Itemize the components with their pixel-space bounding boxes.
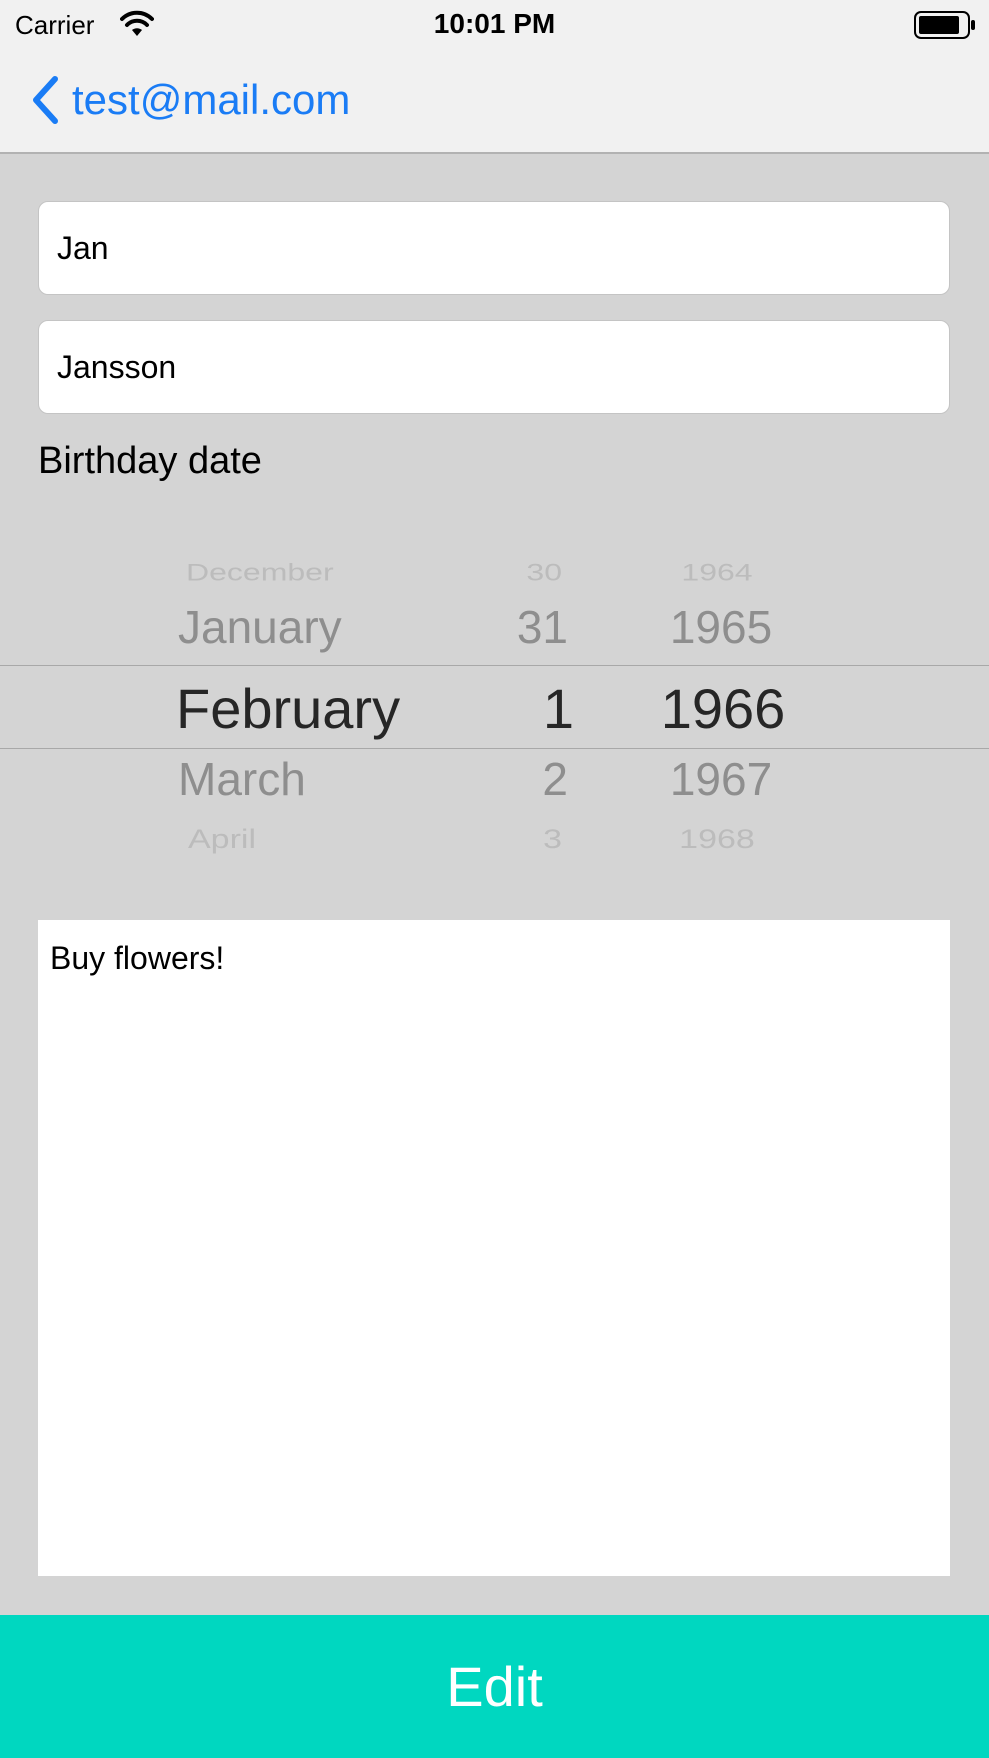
picker-day-option[interactable]: 3: [472, 824, 562, 855]
birthday-date-picker[interactable]: December January February March April 30…: [0, 530, 989, 875]
last-name-field[interactable]: [38, 320, 950, 414]
picker-month-option[interactable]: December: [186, 559, 334, 587]
picker-month-option[interactable]: March: [178, 752, 306, 806]
picker-day-option[interactable]: 30: [472, 559, 562, 587]
picker-day-selected[interactable]: 1: [484, 676, 574, 741]
birthday-date-label: Birthday date: [38, 440, 262, 482]
picker-day-option[interactable]: 2: [478, 752, 568, 806]
edit-button-label: Edit: [446, 1655, 543, 1718]
picker-month-option[interactable]: January: [178, 600, 342, 654]
navigation-bar: test@mail.com: [0, 50, 989, 154]
status-bar: Carrier 10:01 PM: [0, 0, 989, 50]
edit-button[interactable]: Edit: [0, 1615, 989, 1758]
picker-month-selected[interactable]: February: [176, 676, 400, 741]
picker-month-option[interactable]: April: [188, 824, 256, 855]
picker-year-option[interactable]: 1968: [652, 824, 782, 855]
picker-year-option[interactable]: 1965: [656, 600, 786, 654]
last-name-input[interactable]: [55, 347, 933, 387]
notes-text: Buy flowers!: [50, 940, 225, 976]
back-button[interactable]: test@mail.com: [28, 72, 350, 128]
back-button-label: test@mail.com: [72, 76, 351, 123]
first-name-input[interactable]: [55, 228, 933, 268]
picker-day-option[interactable]: 31: [478, 600, 568, 654]
picker-year-option[interactable]: 1967: [656, 752, 786, 806]
first-name-field[interactable]: [38, 201, 950, 295]
picker-year-option[interactable]: 1964: [652, 559, 782, 587]
battery-icon: [914, 11, 975, 39]
picker-year-selected[interactable]: 1966: [658, 676, 788, 741]
status-time: 10:01 PM: [433, 8, 556, 39]
notes-textarea[interactable]: Buy flowers!: [38, 920, 950, 1576]
chevron-left-icon: [33, 76, 58, 124]
